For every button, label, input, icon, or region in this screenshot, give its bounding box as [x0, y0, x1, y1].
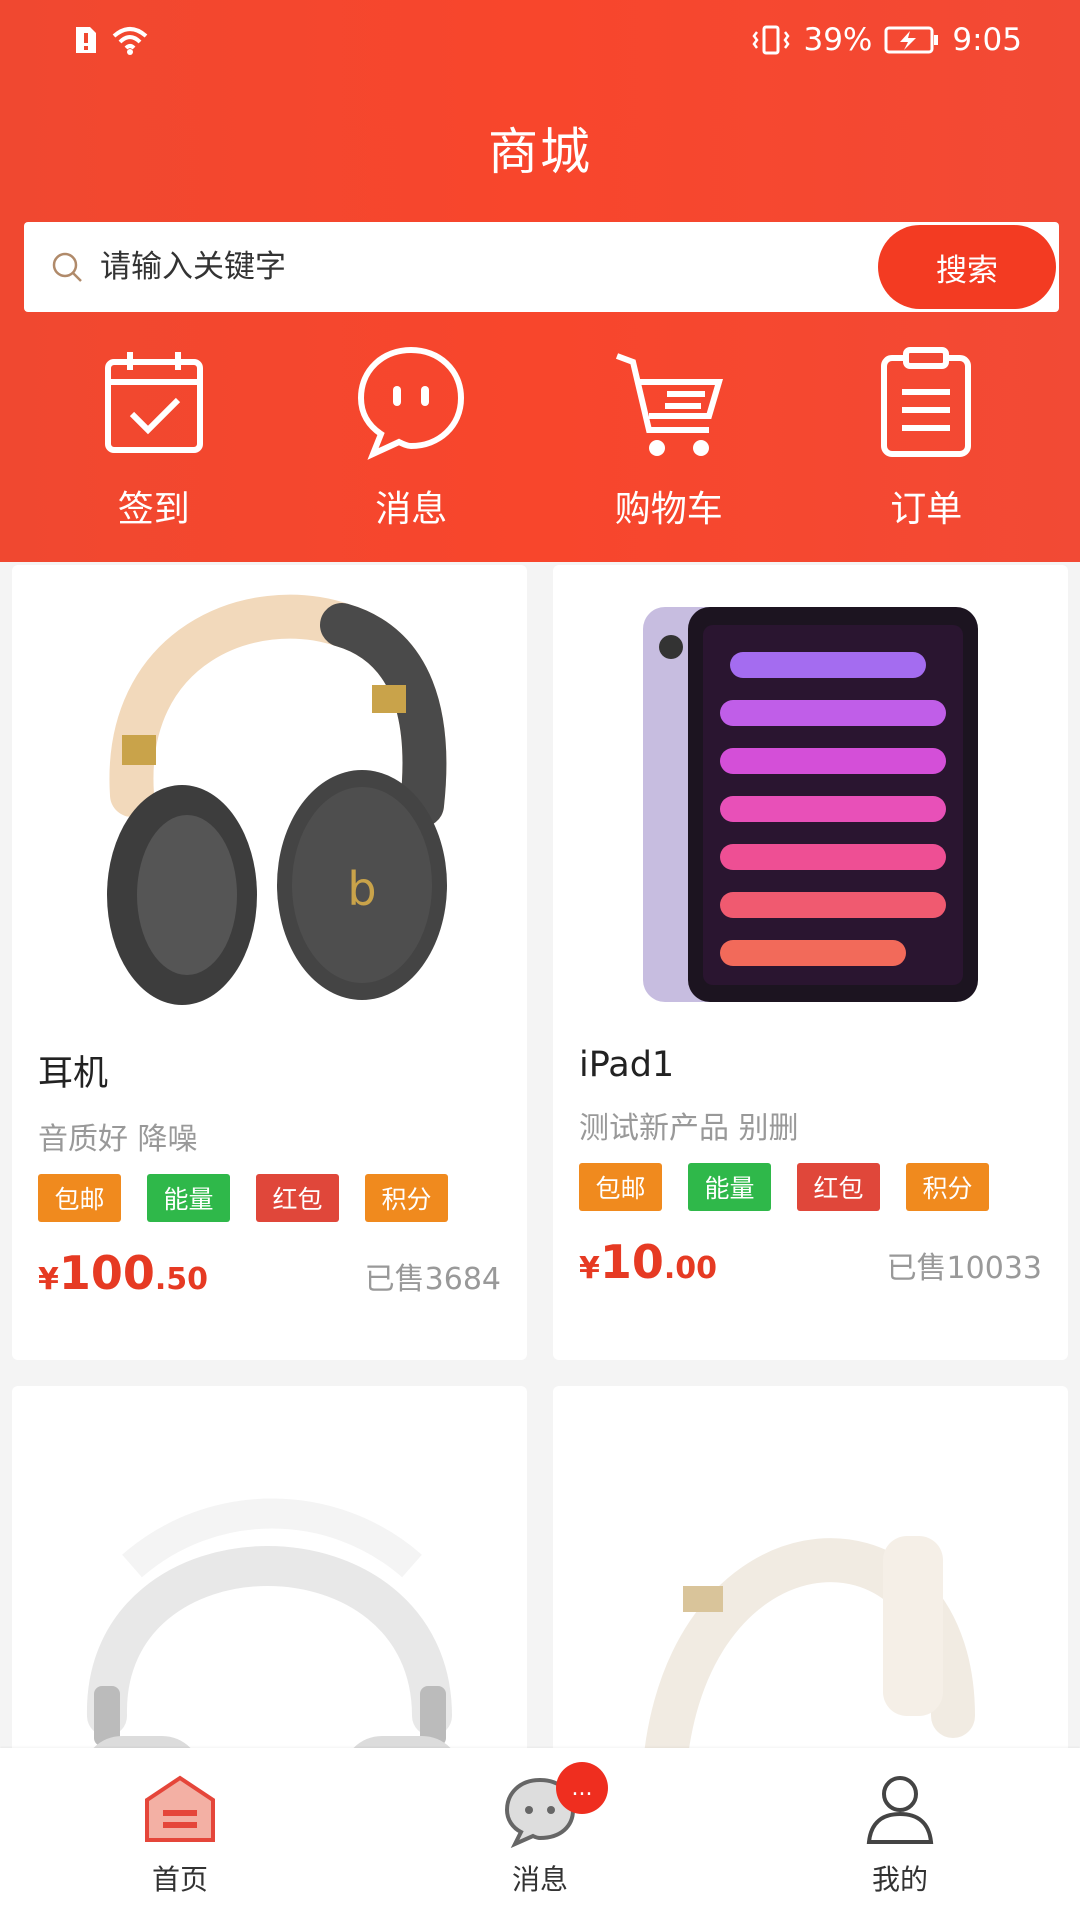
product-card[interactable]: b 耳机 音质好 降噪 包邮 能量 红包 积分 ¥100.50 已售3684: [12, 565, 527, 1360]
product-grid: b 耳机 音质好 降噪 包邮 能量 红包 积分 ¥100.50 已售3684 i…: [12, 565, 1068, 1806]
product-image-over-ear-headphones: [12, 1386, 527, 1806]
tag-red-packet: 红包: [797, 1163, 880, 1211]
home-icon: [145, 1775, 215, 1842]
sold-count: 已售3684: [364, 1262, 501, 1297]
tab-messages[interactable]: ... 消息: [440, 1762, 640, 1898]
tab-label: 首页: [151, 1863, 208, 1896]
battery-charging-icon: [884, 26, 939, 54]
price-decimal: .50: [154, 1262, 209, 1297]
status-left: [74, 24, 150, 56]
price-row: ¥100.50 已售3684: [38, 1246, 501, 1300]
product-card[interactable]: [12, 1386, 527, 1806]
quick-nav-label: 购物车: [614, 489, 723, 530]
tab-label: 消息: [511, 1863, 568, 1896]
product-desc: 测试新产品 别删: [579, 1111, 799, 1146]
tab-home[interactable]: 首页: [80, 1770, 280, 1898]
quick-nav: 签到 消息 购物车 订单: [0, 342, 1080, 552]
search-icon: [52, 252, 82, 282]
status-bar: 39% 9:05: [0, 0, 1080, 80]
price-row: ¥10.00 已售10033: [579, 1235, 1042, 1289]
user-icon: [866, 1776, 934, 1844]
price-decimal: .00: [663, 1251, 718, 1286]
product-price: ¥10.00: [579, 1235, 717, 1289]
tag-free-shipping: 包邮: [38, 1174, 121, 1222]
battery-percent: 39%: [803, 22, 873, 58]
tag-free-shipping: 包邮: [579, 1163, 662, 1211]
quick-nav-label: 消息: [375, 489, 448, 530]
headphones-image: b: [107, 594, 447, 1005]
price-integer: 10: [599, 1235, 664, 1289]
tag-points: 积分: [906, 1163, 989, 1211]
product-image-ipad: [553, 565, 1068, 1045]
quick-nav-label: 签到: [117, 489, 190, 530]
tab-profile[interactable]: 我的: [800, 1770, 1000, 1898]
unread-badge: ...: [556, 1762, 608, 1814]
price-integer: 100: [58, 1246, 155, 1300]
quick-nav-cart[interactable]: 购物车: [569, 342, 769, 552]
quick-nav-messages[interactable]: 消息: [311, 342, 511, 552]
wifi-icon: [112, 27, 148, 55]
search-input[interactable]: [100, 249, 878, 285]
product-name: iPad1: [579, 1045, 675, 1085]
page-title: 商城: [488, 123, 592, 181]
tag-energy: 能量: [147, 1174, 230, 1222]
quick-nav-checkin[interactable]: 签到: [54, 342, 254, 552]
tag-red-packet: 红包: [256, 1174, 339, 1222]
product-card[interactable]: iPad1 测试新产品 别删 包邮 能量 红包 积分 ¥10.00 已售1003…: [553, 565, 1068, 1360]
svg-text:b: b: [347, 862, 376, 916]
product-tags: 包邮 能量 红包 积分: [38, 1174, 527, 1222]
price-currency: ¥: [579, 1251, 600, 1286]
header: 39% 9:05 商城 搜索: [0, 0, 1080, 562]
product-card[interactable]: [553, 1386, 1068, 1806]
clipboard-icon: [881, 347, 972, 457]
cart-icon: [615, 353, 723, 456]
ipad-image: [643, 607, 978, 1002]
quick-nav-orders[interactable]: 订单: [826, 342, 1026, 552]
price-currency: ¥: [38, 1262, 59, 1297]
product-desc: 音质好 降噪: [38, 1122, 198, 1157]
product-name: 耳机: [38, 1054, 109, 1094]
product-image-headphones: b: [12, 565, 527, 1045]
chat-bubble-icon: [358, 346, 465, 460]
clock: 9:05: [952, 22, 1022, 58]
product-image-on-ear-headphones: [553, 1386, 1068, 1806]
calendar-check-icon: [104, 352, 203, 453]
app-screen: 39% 9:05 商城 搜索: [0, 0, 1080, 1920]
status-right: 39% 9:05: [751, 22, 1022, 58]
search-bar: 搜索: [24, 222, 1059, 312]
product-tags: 包邮 能量 红包 积分: [579, 1163, 1068, 1211]
tag-energy: 能量: [688, 1163, 771, 1211]
headphones-silver-image: [82, 1498, 462, 1806]
headphones-white-image: [641, 1536, 980, 1806]
bottom-tab-bar: 首页 ... 消息 我的: [0, 1748, 1080, 1920]
vibrate-icon: [752, 25, 791, 55]
sold-count: 已售10033: [886, 1251, 1042, 1286]
quick-nav-label: 订单: [890, 489, 963, 530]
search-button[interactable]: 搜索: [878, 225, 1056, 309]
product-price: ¥100.50: [38, 1246, 208, 1300]
sim-alert-icon: [76, 27, 96, 53]
tab-label: 我的: [871, 1863, 928, 1896]
tag-points: 积分: [365, 1174, 448, 1222]
